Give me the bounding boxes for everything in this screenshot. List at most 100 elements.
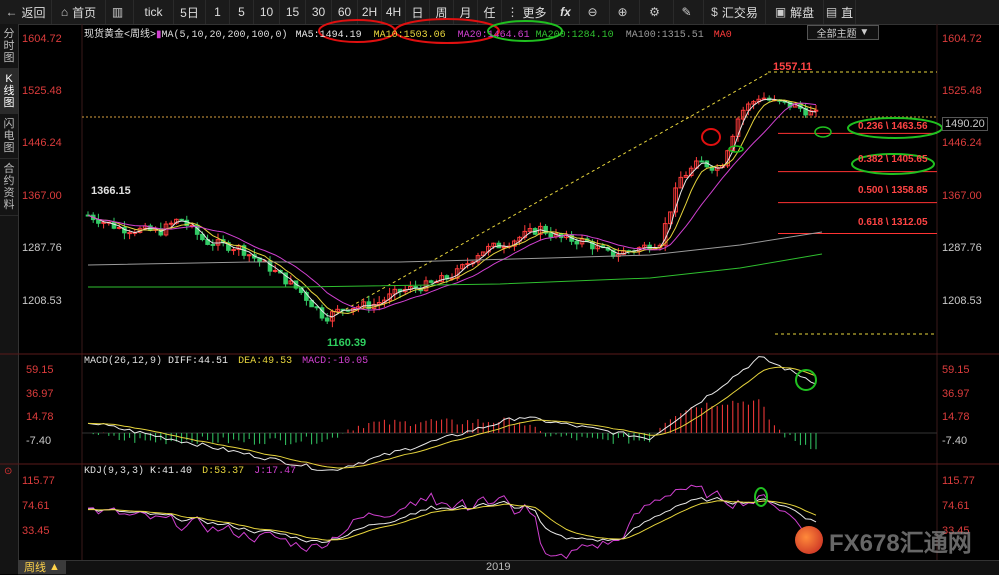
toolbar-item-19[interactable]: ⊖ — [580, 0, 610, 24]
candle-body — [714, 167, 720, 171]
toolbar-item-25[interactable]: ▤ 直 — [824, 0, 856, 24]
top-toolbar: ← 返回 ⌂ 首页 ▥ tick 5日 1 5 10 15 30 60 2H 4H 日周月任 ⋮ 更多 fx ⊖ ⊕ ⚙ ✎… — [0, 0, 999, 25]
candle-body — [283, 272, 288, 285]
toolbar-item-13[interactable]: 日 — [406, 0, 430, 24]
left-sidebar: 分时图 K线图 闪电图 合约资料 — [0, 24, 19, 574]
toolbar-item-0[interactable]: ← 返回 — [0, 0, 52, 24]
toolbar-label-25: 直 — [841, 5, 854, 20]
toolbar-item-7[interactable]: 10 — [254, 0, 280, 24]
candle-body — [543, 225, 548, 234]
toolbar-item-10[interactable]: 60 — [332, 0, 358, 24]
macd-value: MACD:-10.05 — [302, 356, 369, 367]
toolbar-item-20[interactable]: ⊕ — [610, 0, 640, 24]
toolbar-item-18[interactable]: fx — [552, 0, 580, 24]
d-value: D:53.37 — [202, 466, 245, 477]
toolbar-item-17[interactable]: ⋮ 更多 — [502, 0, 552, 24]
toolbar-label-12: 4H — [385, 5, 402, 19]
trend-line — [329, 71, 771, 319]
toolbar-item-2[interactable]: ▥ — [106, 0, 134, 24]
candle-body — [298, 287, 304, 293]
candle-body — [579, 238, 585, 245]
instrument-label: 现货黄金<周线> — [84, 30, 157, 41]
candle-body — [408, 285, 413, 290]
ma5-value: MA5:1494.19 — [295, 30, 362, 41]
candle-body — [688, 167, 694, 176]
toolbar-item-6[interactable]: 5 — [230, 0, 254, 24]
candle-body — [200, 233, 205, 241]
candle-body — [226, 242, 231, 251]
candle-body — [168, 222, 174, 225]
sidebar-tab-2[interactable]: 闪电图 — [0, 114, 18, 159]
price-green-circle-2 — [814, 126, 832, 138]
candle-body — [751, 101, 756, 105]
toolbar-item-12[interactable]: 4H — [382, 0, 406, 24]
candle-body — [423, 280, 429, 292]
toolbar-label-3: tick — [144, 5, 163, 19]
toolbar-item-22[interactable]: ✎ — [674, 0, 704, 24]
candle-body — [356, 306, 361, 310]
candle-body — [90, 214, 96, 221]
candle-body — [106, 221, 112, 224]
price-axis-right-3: 1367.00 — [942, 190, 982, 202]
candle-body — [782, 100, 788, 103]
candle-body — [756, 98, 762, 103]
candle-body — [558, 233, 564, 239]
candle-body — [761, 97, 767, 100]
toolbar-item-9[interactable]: 30 — [306, 0, 332, 24]
macd-params: MACD(26,12,9) — [84, 356, 163, 367]
candle-body — [376, 301, 382, 305]
low-annotation: 1160.39 — [327, 337, 367, 349]
candle-body — [527, 228, 533, 232]
sidebar-tab-1[interactable]: K线图 — [0, 69, 18, 114]
toolbar-item-1[interactable]: ⌂ 首页 — [52, 0, 106, 24]
candle-body — [314, 306, 320, 309]
toolbar-label-8: 15 — [285, 5, 300, 19]
toolbar-label-17: 更多 — [522, 5, 547, 20]
macd-axis-left-3: -7.40 — [26, 435, 52, 447]
candle-body — [272, 269, 278, 272]
macd-legend: MACD(26,12,9) DIFF:44.51 DEA:49.53 MACD:… — [84, 356, 368, 367]
candle-body — [694, 160, 699, 169]
toolbar-item-4[interactable]: 5日 — [174, 0, 206, 24]
sidebar-tab-0[interactable]: 分时图 — [0, 24, 18, 69]
k-value: K:41.40 — [150, 466, 193, 477]
kdj-axis-right-1: 74.61 — [942, 500, 970, 512]
candle-body — [418, 287, 424, 292]
candle-body — [153, 228, 158, 231]
candle-body — [252, 254, 257, 259]
candle-body — [439, 275, 444, 283]
candle-body — [491, 242, 496, 247]
candle-body — [569, 234, 574, 242]
toolbar-label-16: 任 — [483, 5, 496, 20]
candle-body — [184, 219, 190, 226]
ma0-value: MA0 — [713, 30, 732, 41]
candle-body — [813, 109, 819, 112]
toolbar-label-4: 5日 — [180, 5, 199, 20]
candle-body — [174, 218, 179, 224]
settings-dot-icon[interactable]: ⊙ — [4, 466, 12, 477]
toolbar-icon-24: ▣ — [774, 5, 787, 19]
theme-dropdown[interactable]: 全部主题 ▼ — [807, 25, 879, 40]
toolbar-item-3[interactable]: tick — [134, 0, 174, 24]
toolbar-item-16[interactable]: 任 — [478, 0, 502, 24]
diff-line — [87, 356, 817, 471]
toolbar-item-23[interactable]: $ 汇交易 — [704, 0, 766, 24]
candle-body — [288, 280, 294, 285]
period-selector[interactable]: 周线 ▲ — [18, 560, 66, 574]
ma5-line — [87, 98, 817, 318]
ma10-value: MA10:1503.06 — [373, 30, 446, 41]
toolbar-item-11[interactable]: 2H — [358, 0, 382, 24]
sidebar-tab-3[interactable]: 合约资料 — [0, 159, 18, 216]
toolbar-label-18: fx — [560, 5, 571, 19]
macd-axis-right-3: -7.40 — [942, 435, 968, 447]
toolbar-item-14[interactable]: 周 — [430, 0, 454, 24]
toolbar-item-15[interactable]: 月 — [454, 0, 478, 24]
toolbar-item-8[interactable]: 15 — [280, 0, 306, 24]
toolbar-item-21[interactable]: ⚙ — [640, 0, 674, 24]
candle-body — [179, 218, 184, 221]
toolbar-item-24[interactable]: ▣ 解盘 — [766, 0, 824, 24]
candle-body — [293, 280, 299, 289]
toolbar-item-5[interactable]: 1 — [206, 0, 230, 24]
candle-body — [189, 224, 195, 227]
candle-body — [792, 103, 798, 108]
